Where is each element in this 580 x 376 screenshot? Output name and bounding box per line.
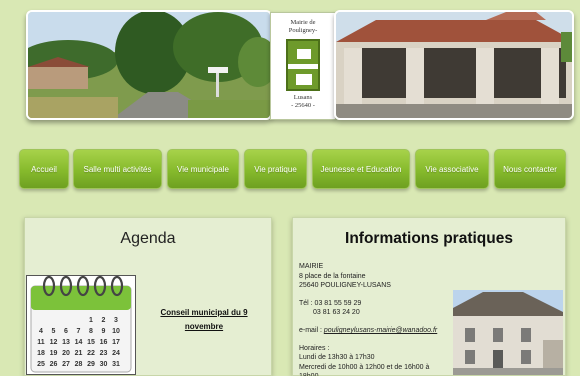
calendar-day: 4 [39,328,43,335]
calendar-day: 5 [52,328,56,335]
logo-line-4: - 25640 - [291,102,315,109]
header-banner: Mairie de Pouligney- Lusans - 25640 - [26,10,576,122]
info-tel: Tél : 03 81 55 59 29 [299,299,362,307]
nav-jeunesse-education[interactable]: Jeunesse et Education [312,149,410,189]
info-hours-3: 18h00 [299,372,455,376]
logo-line-2: Pouligney- [288,27,318,34]
info-address-1: 8 place de la fontaine [299,272,366,280]
info-contact-block: MAIRIE 8 place de la fontaine 25640 POUL… [299,262,455,376]
info-hours-2: Mercredi de 10h00 à 12h00 et de 16h00 à [299,363,430,371]
calendar-day: 28 [75,361,83,368]
calendar-day: 19 [50,350,58,357]
calendar-day: 29 [87,361,95,368]
logo-line-1: Mairie de [290,19,316,26]
calendar-day: 26 [50,361,58,368]
info-org: MAIRIE [299,263,324,270]
logo-line-3: Lusans [293,94,313,101]
calendar-day: 3 [114,317,118,324]
nav-vie-pratique[interactable]: Vie pratique [244,149,307,189]
agenda-panel: Agenda 1 2 3 4 5 6 7 8 9 10 11 12 13 14 15 16 17 18 19 20 21… [24,217,272,376]
calendar-day: 16 [100,339,108,346]
village-road-photo [26,10,272,120]
calendar-day: 1 [89,317,93,324]
calendar-day: 13 [62,339,70,346]
info-address-2: 25640 POULIGNEY-LUSANS [299,282,391,290]
calendar-day: 23 [100,350,108,357]
info-panel: Informations pratiques MAIRIE 8 place de… [292,217,566,376]
event-title-line-1: Conseil municipal du 9 [160,308,248,317]
calendar-day: 9 [102,328,106,335]
logo-text-top: Mairie de Pouligney- [271,13,335,35]
town-hall-photo [453,290,563,375]
calendar-icon: 1 2 3 4 5 6 7 8 9 10 11 12 13 14 15 16 17 18 19 20 21 22 23 24 2… [26,275,136,375]
info-hours-label: Horaires : [299,344,330,352]
info-tel-2: 03 81 63 24 20 [313,309,360,317]
email-link[interactable]: pouligneylusans-mairie@wanadoo.fr [324,327,437,334]
commune-logo: Mairie de Pouligney- Lusans - 25640 - [270,12,336,120]
calendar-day: 12 [50,339,58,346]
calendar-day: 11 [37,339,45,346]
nav-salle-multi-activites[interactable]: Salle multi activités [73,149,162,189]
lavoir-photo [334,10,574,120]
info-title: Informations pratiques [345,230,513,247]
event-link-conseil-municipal[interactable]: Conseil municipal du 9 novembre [139,306,269,334]
info-email-label: e-mail : [299,326,324,334]
calendar-day: 2 [102,317,106,324]
calendar-day: 8 [89,328,93,335]
nav-vie-municipale[interactable]: Vie municipale [167,149,239,189]
nav-accueil[interactable]: Accueil [19,149,69,189]
calendar-day: 25 [37,361,45,368]
calendar-day: 24 [112,350,120,357]
info-hours-1: Lundi de 13h30 à 17h30 [299,354,375,362]
event-title-line-2: novembre [184,322,224,331]
calendar-day: 6 [64,328,68,335]
agenda-title: Agenda [120,230,176,247]
calendar-day: 7 [77,328,81,335]
calendar-day: 18 [37,350,45,357]
calendar-day: 22 [87,350,95,357]
calendar-day: 10 [112,328,120,335]
info-email-row: e-mail : pouligneylusans-mairie@wanadoo.… [299,326,455,336]
calendar-day: 31 [112,361,120,368]
calendar-day: 17 [112,339,120,346]
calendar-day: 15 [87,339,95,346]
coat-of-arms-icon [286,39,320,91]
calendar-day: 20 [62,350,70,357]
logo-text-bottom: Lusans - 25640 - [271,94,335,110]
nav-nous-contacter[interactable]: Nous contacter [494,149,566,189]
nav-vie-associative[interactable]: Vie associative [415,149,489,189]
calendar-day: 30 [100,361,108,368]
calendar-day: 14 [75,339,83,346]
calendar-day: 27 [62,361,70,368]
calendar-day: 21 [75,350,83,357]
